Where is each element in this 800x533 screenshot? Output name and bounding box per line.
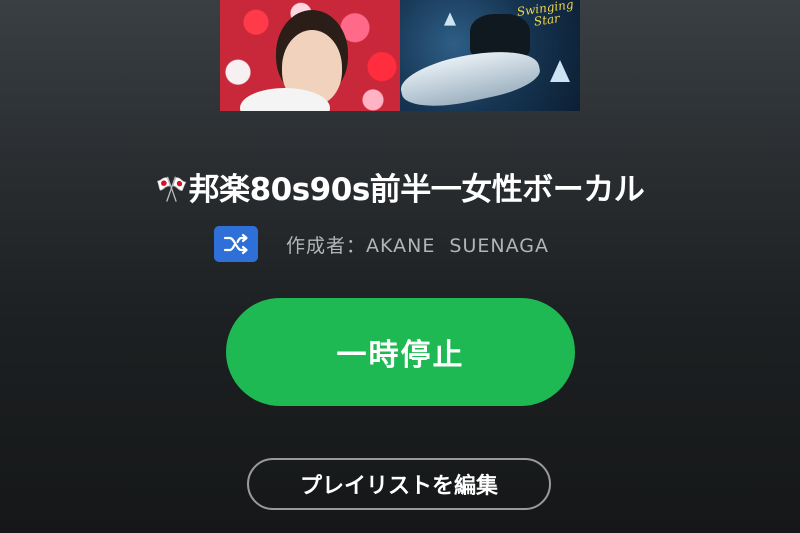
playlist-title: 🎌邦楽80s90s前半一女性ボーカル: [0, 164, 800, 209]
playlist-author[interactable]: 作成者：AKANE SUENAGA: [286, 231, 549, 258]
playlist-meta: 作成者：AKANE SUENAGA: [214, 226, 549, 262]
shuffle-icon: [223, 233, 248, 255]
playlist-title-text: 邦楽80s90s前半一女性ボーカル: [188, 172, 645, 208]
playlist-cover: Swinging Star: [220, 0, 580, 111]
edit-playlist-button[interactable]: プレイリストを編集: [247, 458, 551, 510]
shuffle-button[interactable]: [214, 226, 258, 262]
cover-logo-text: Swinging Star: [515, 0, 575, 29]
pause-button[interactable]: 一時停止: [226, 298, 575, 406]
crossed-flags-icon: 🎌: [155, 175, 188, 205]
cover-tile-swinging-star: Swinging Star: [400, 0, 580, 111]
cover-tile-flowers: [220, 0, 400, 111]
